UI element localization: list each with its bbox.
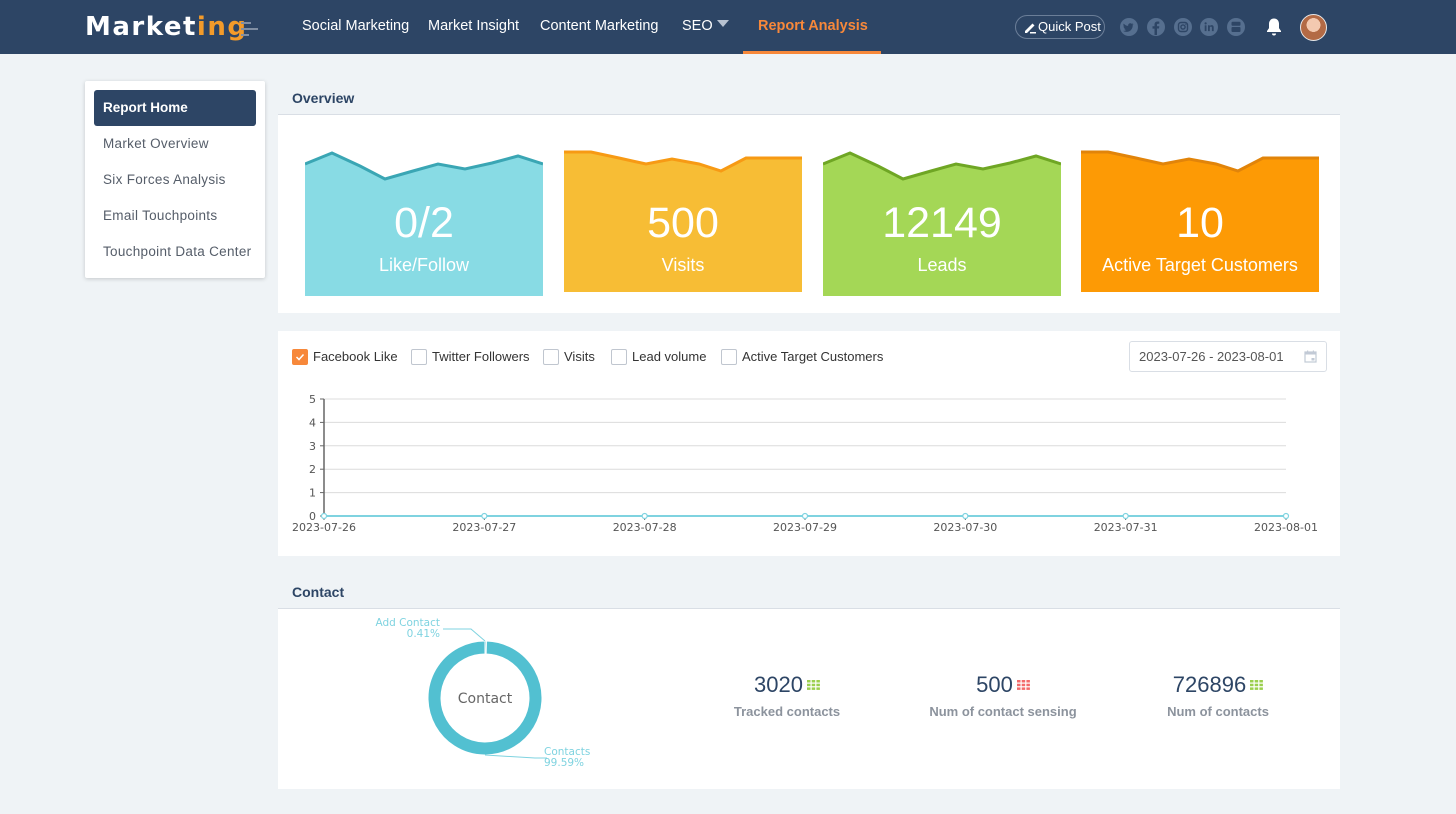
y-tick-label: 1 bbox=[309, 487, 316, 500]
top-navigation-bar: Marketing Social Marketing Market Insigh… bbox=[0, 0, 1456, 54]
label-leader-line bbox=[484, 754, 547, 759]
nav-seo[interactable]: SEO bbox=[682, 0, 729, 54]
card-value: 500 bbox=[647, 199, 719, 247]
donut-center-label: Contact bbox=[458, 691, 513, 707]
x-tick-label: 2023-07-26 bbox=[292, 521, 356, 534]
sidebar-item-touchpoint-data-center[interactable]: Touchpoint Data Center bbox=[94, 234, 256, 270]
grid-icon[interactable] bbox=[1016, 680, 1030, 690]
contact-donut-chart: ContactAdd Contact0.41%Contacts99.59% bbox=[375, 617, 590, 769]
active-tab-indicator bbox=[743, 51, 881, 54]
user-avatar[interactable] bbox=[1300, 14, 1327, 41]
data-point[interactable] bbox=[1122, 512, 1129, 520]
checkmark-icon bbox=[295, 353, 305, 361]
checkbox-label: Twitter Followers bbox=[432, 349, 530, 364]
stat-value: 726896 bbox=[1172, 672, 1247, 697]
calendar-icon bbox=[1304, 350, 1317, 363]
checkbox-label: Lead volume bbox=[632, 349, 707, 364]
leads-card[interactable]: 12149 Leads bbox=[823, 150, 1061, 296]
menu-toggle-icon[interactable] bbox=[241, 22, 259, 36]
x-tick-label: 2023-07-30 bbox=[933, 521, 997, 534]
card-label: Leads bbox=[917, 255, 967, 275]
overview-title: Overview bbox=[292, 90, 355, 106]
date-range-picker[interactable]: 2023-07-26 - 2023-08-01 bbox=[1129, 341, 1327, 372]
checkbox-box bbox=[721, 349, 737, 365]
checkbox-label: Facebook Like bbox=[313, 349, 398, 364]
grid-icon[interactable] bbox=[1250, 680, 1264, 690]
date-range-value: 2023-07-26 - 2023-08-01 bbox=[1139, 349, 1284, 364]
logo-text: Market bbox=[85, 12, 197, 42]
checkbox-box bbox=[611, 349, 627, 365]
x-tick-label: 2023-07-31 bbox=[1094, 521, 1158, 534]
trend-line-chart: 0123452023-07-26 2023-07-27 2023-07-28 2023… bbox=[292, 393, 1318, 534]
data-point[interactable] bbox=[1282, 512, 1290, 520]
stat-value: 3020 bbox=[754, 672, 803, 697]
y-tick-label: 4 bbox=[309, 416, 316, 429]
checkbox-label: Active Target Customers bbox=[742, 349, 884, 364]
visits-card[interactable]: 500 Visits bbox=[564, 150, 802, 296]
x-tick-label: 2023-08-01 bbox=[1254, 521, 1318, 534]
nav-content-marketing[interactable]: Content Marketing bbox=[540, 0, 658, 54]
stat-label: Num of contacts bbox=[1167, 704, 1269, 719]
notification-bell-icon[interactable] bbox=[1265, 17, 1283, 37]
nav-label: Report Analysis bbox=[758, 18, 868, 34]
checkbox-box bbox=[411, 349, 427, 365]
logo-text-accent: ing bbox=[196, 12, 248, 42]
data-point[interactable] bbox=[481, 512, 488, 520]
y-tick-label: 2 bbox=[309, 463, 316, 476]
card-label: Active Target Customers bbox=[1102, 255, 1298, 275]
data-point[interactable] bbox=[320, 512, 328, 520]
twitter-icon[interactable] bbox=[1120, 18, 1138, 36]
sidebar-item-email-touchpoints[interactable]: Email Touchpoints bbox=[94, 198, 256, 234]
sidebar-item-report-home[interactable]: Report Home bbox=[94, 90, 256, 126]
sidebar: Report Home Market Overview Six Forces A… bbox=[85, 81, 265, 278]
label-leader-line bbox=[443, 628, 486, 642]
nav-report-analysis[interactable]: Report Analysis bbox=[743, 0, 881, 54]
youtube-icon[interactable] bbox=[1227, 18, 1245, 36]
contact-sensing-stat: 500 Num of contact sensing bbox=[883, 672, 1123, 719]
card-label: Visits bbox=[661, 255, 705, 275]
like-follow-card[interactable]: 0/2 Like/Follow bbox=[305, 150, 543, 296]
app-logo[interactable]: Marketing bbox=[85, 12, 247, 42]
card-value: 0/2 bbox=[394, 199, 454, 247]
checkbox-box bbox=[543, 349, 559, 365]
data-point[interactable] bbox=[962, 512, 969, 520]
linkedin-icon[interactable] bbox=[1200, 18, 1218, 36]
y-tick-label: 5 bbox=[309, 393, 316, 406]
card-value: 12149 bbox=[882, 199, 1002, 247]
checkbox-box bbox=[292, 349, 308, 365]
sidebar-item-market-overview[interactable]: Market Overview bbox=[94, 126, 256, 162]
nav-social-marketing[interactable]: Social Marketing bbox=[302, 0, 409, 54]
stat-value: 500 bbox=[976, 672, 1013, 697]
stat-label: Tracked contacts bbox=[733, 704, 841, 719]
y-tick-label: 3 bbox=[309, 440, 316, 453]
pencil-icon bbox=[1025, 23, 1036, 34]
card-value: 10 bbox=[1176, 199, 1224, 247]
nav-label: Content Marketing bbox=[540, 18, 659, 34]
slice-label-percent: 99.59% bbox=[544, 757, 584, 769]
quick-post-label: Quick Post bbox=[1038, 19, 1101, 34]
slice-label-percent: 0.41% bbox=[407, 628, 440, 640]
tracked-contacts-stat: 3020 Tracked contacts bbox=[667, 672, 907, 719]
chevron-down-icon bbox=[716, 20, 729, 27]
contact-title: Contact bbox=[292, 584, 345, 600]
x-tick-label: 2023-07-29 bbox=[773, 521, 837, 534]
stat-label: Num of contact sensing bbox=[929, 704, 1077, 719]
x-tick-label: 2023-07-28 bbox=[613, 521, 677, 534]
quick-post-button[interactable]: Quick Post bbox=[1015, 15, 1105, 39]
data-point[interactable] bbox=[641, 512, 648, 520]
nav-market-insight[interactable]: Market Insight bbox=[428, 0, 519, 54]
nav-label: Market Insight bbox=[428, 18, 520, 34]
checkbox-label: Visits bbox=[564, 349, 595, 364]
num-of-contacts-stat: 726896 Num of contacts bbox=[1098, 672, 1338, 719]
grid-icon[interactable] bbox=[806, 680, 820, 690]
active-target-customers-card[interactable]: 10 Active Target Customers bbox=[1081, 150, 1319, 296]
card-label: Like/Follow bbox=[378, 255, 470, 275]
data-point[interactable] bbox=[801, 512, 809, 520]
sidebar-item-six-forces-analysis[interactable]: Six Forces Analysis bbox=[94, 162, 256, 198]
facebook-icon[interactable] bbox=[1147, 18, 1165, 36]
instagram-icon[interactable] bbox=[1174, 18, 1192, 36]
x-tick-label: 2023-07-27 bbox=[452, 521, 516, 534]
nav-label: Social Marketing bbox=[302, 18, 410, 34]
nav-label: SEO bbox=[682, 18, 713, 34]
